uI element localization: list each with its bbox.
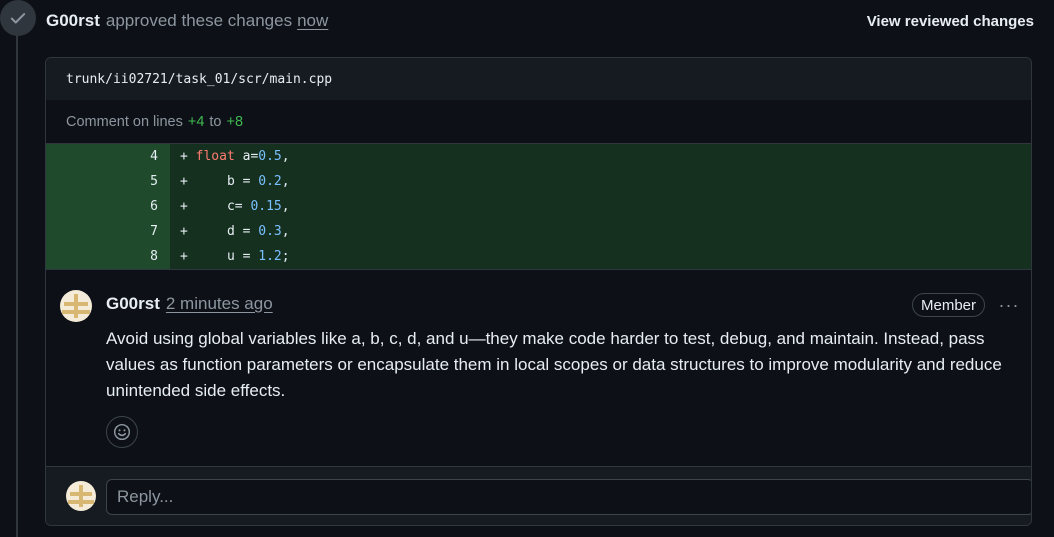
approved-badge: [0, 0, 36, 36]
line-number[interactable]: 7: [46, 219, 170, 244]
line-number[interactable]: 6: [46, 194, 170, 219]
line-number[interactable]: 5: [46, 169, 170, 194]
diff-hunk: 4 + float a=0.5, 5 + b = 0.2, 6 + c= 0.1…: [46, 144, 1031, 269]
review-action-text: approved these changes: [105, 11, 293, 30]
timeline-line: [16, 30, 18, 537]
comment-author-link[interactable]: G00rst: [106, 294, 160, 314]
diff-row: 8 + u = 1.2;: [46, 244, 1031, 269]
comment-header: G00rst 2 minutes ago: [106, 292, 1011, 316]
comment-time-link[interactable]: 2 minutes ago: [166, 294, 273, 314]
comment-body: Avoid using global variables like a, b, …: [106, 329, 1002, 400]
line-start: +4: [187, 113, 205, 130]
more-options-icon[interactable]: ···: [997, 293, 1021, 317]
review-author-link[interactable]: G00rst: [46, 11, 100, 30]
comment-lines-info: Comment on lines +4 to +8: [46, 100, 1031, 144]
diff-row: 7 + d = 0.3,: [46, 219, 1031, 244]
review-thread-card: trunk/ii02721/task_01/scr/main.cpp Comme…: [45, 57, 1032, 526]
review-header: G00rst approved these changes now View rev…: [46, 9, 1034, 33]
diff-row: 5 + b = 0.2,: [46, 169, 1031, 194]
avatar: [66, 481, 96, 511]
code-line: + b = 0.2,: [180, 174, 290, 189]
avatar[interactable]: [60, 290, 92, 322]
line-number[interactable]: 8: [46, 244, 170, 269]
code-line: + u = 1.2;: [180, 249, 290, 264]
member-badge: Member: [911, 293, 985, 317]
code-line: + d = 0.3,: [180, 224, 290, 239]
code-line: + c= 0.15,: [180, 199, 290, 214]
line-end: +8: [226, 113, 244, 130]
add-reaction-button[interactable]: [106, 416, 138, 448]
diff-row: 4 + float a=0.5,: [46, 144, 1031, 169]
diff-row: 6 + c= 0.15,: [46, 194, 1031, 219]
file-path-header: trunk/ii02721/task_01/scr/main.cpp: [46, 58, 1031, 100]
code-line: + float a=0.5,: [180, 149, 290, 164]
smiley-icon: [113, 423, 131, 441]
line-number[interactable]: 4: [46, 144, 170, 169]
reply-row: Reply...: [46, 467, 1031, 525]
view-reviewed-changes-button[interactable]: View reviewed changes: [867, 13, 1034, 30]
line-to-label: to: [209, 113, 222, 130]
review-time-link[interactable]: now: [297, 11, 328, 30]
reply-input[interactable]: Reply...: [106, 479, 1031, 515]
review-comment: G00rst 2 minutes ago Member ··· Avoid us…: [46, 269, 1031, 467]
file-path-link[interactable]: trunk/ii02721/task_01/scr/main.cpp: [66, 72, 332, 87]
check-icon: [10, 13, 26, 24]
review-summary: G00rst approved these changes now: [46, 11, 328, 31]
comment-lines-label: Comment on lines: [66, 113, 183, 130]
